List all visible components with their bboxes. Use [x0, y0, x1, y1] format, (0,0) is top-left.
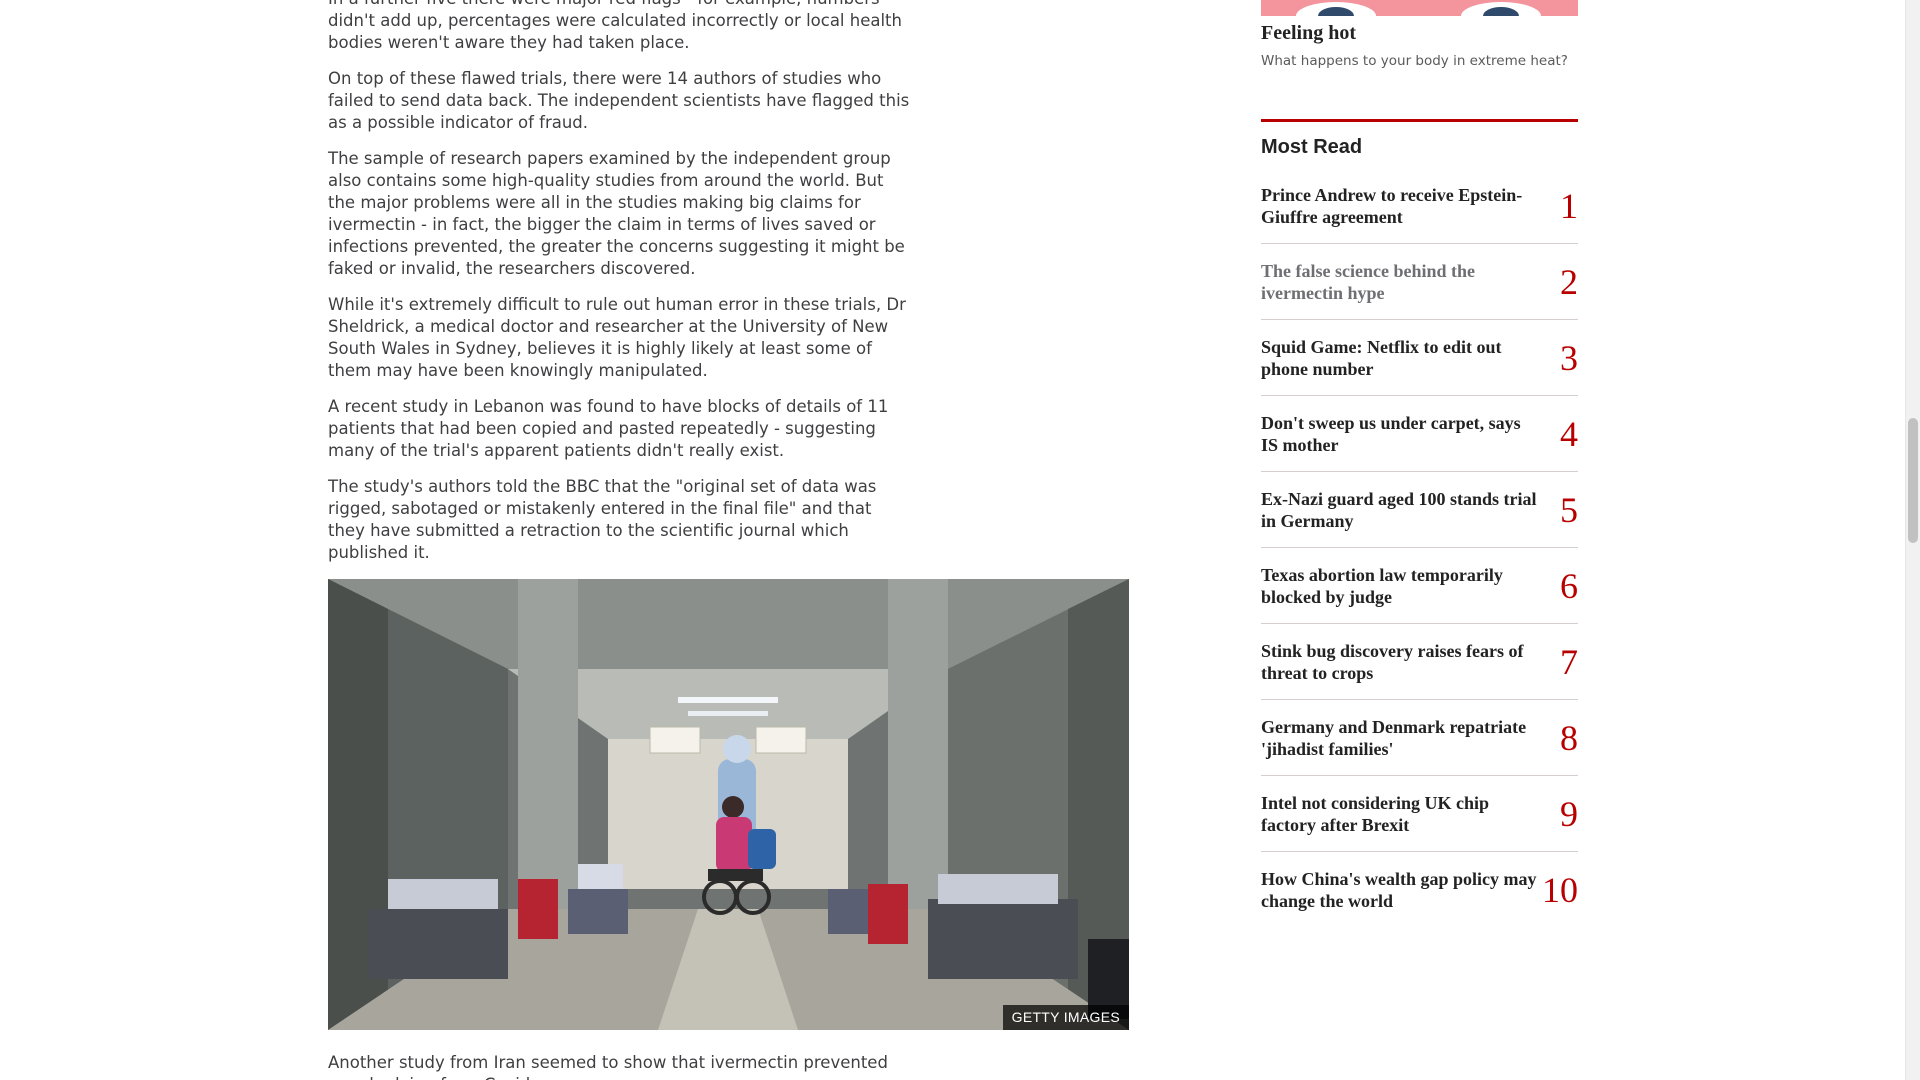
most-read-item: Germany and Denmark repatriate 'jihadist…	[1261, 700, 1578, 776]
most-read-rank: 10	[1542, 870, 1578, 910]
most-read-link[interactable]: Texas abortion law temporarily blocked b…	[1261, 564, 1541, 608]
most-read-item: Stink bug discovery raises fears of thre…	[1261, 624, 1578, 700]
most-read-rank: 1	[1560, 185, 1578, 226]
most-read-panel: Most Read Prince Andrew to receive Epste…	[1261, 119, 1578, 928]
most-read-rank: 6	[1560, 565, 1578, 606]
most-read-link[interactable]: Intel not considering UK chip factory af…	[1261, 792, 1541, 836]
most-read-rank: 2	[1560, 261, 1578, 302]
article-paragraph: A recent study in Lebanon was found to h…	[328, 397, 889, 460]
image-credit: GETTY IMAGES	[1002, 1005, 1129, 1030]
article-paragraph: The study's authors told the BBC that th…	[328, 477, 877, 562]
promo-illustration	[1296, 2, 1541, 16]
article-paragraph: On top of these flawed trials, there wer…	[328, 69, 910, 132]
most-read-link[interactable]: Prince Andrew to receive Epstein-Giuffre…	[1261, 184, 1541, 228]
most-read-link[interactable]: Squid Game: Netflix to edit out phone nu…	[1261, 336, 1541, 380]
most-read-rank: 9	[1560, 793, 1578, 834]
most-read-item: Texas abortion law temporarily blocked b…	[1261, 548, 1578, 624]
promo-subtitle[interactable]: What happens to your body in extreme hea…	[1261, 53, 1568, 69]
most-read-item: Intel not considering UK chip factory af…	[1261, 776, 1578, 852]
most-read-heading: Most Read	[1261, 136, 1363, 158]
most-read-rank: 8	[1560, 717, 1578, 758]
most-read-item: The false science behind the ivermectin …	[1261, 244, 1578, 320]
most-read-link[interactable]: Stink bug discovery raises fears of thre…	[1261, 640, 1541, 684]
most-read-rank: 4	[1560, 413, 1578, 454]
most-read-rank: 7	[1560, 641, 1578, 682]
most-read-link[interactable]: The false science behind the ivermectin …	[1261, 260, 1541, 304]
article-image: GETTY IMAGES	[328, 579, 1129, 1030]
promo-title[interactable]: Feeling hot	[1261, 22, 1356, 45]
most-read-rank: 3	[1560, 337, 1578, 378]
article-paragraph: In a further five there were major red f…	[328, 0, 902, 52]
most-read-link[interactable]: Ex-Nazi guard aged 100 stands trial in G…	[1261, 488, 1541, 532]
promo-image[interactable]	[1261, 0, 1578, 16]
most-read-item: Prince Andrew to receive Epstein-Giuffre…	[1261, 168, 1578, 244]
most-read-list: Prince Andrew to receive Epstein-Giuffre…	[1261, 168, 1578, 928]
most-read-item: Squid Game: Netflix to edit out phone nu…	[1261, 320, 1578, 396]
article-paragraph: The sample of research papers examined b…	[328, 149, 905, 278]
most-read-link[interactable]: How China's wealth gap policy may change…	[1261, 868, 1541, 912]
article-body: In a further five there were major red f…	[328, 0, 913, 578]
article-paragraph: Another study from Iran seemed to show t…	[328, 1053, 888, 1080]
scrollbar-thumb[interactable]	[1908, 418, 1918, 543]
most-read-item: Ex-Nazi guard aged 100 stands trial in G…	[1261, 472, 1578, 548]
vertical-scrollbar[interactable]	[1905, 0, 1920, 1080]
most-read-item: Don't sweep us under carpet, says IS mot…	[1261, 396, 1578, 472]
hospital-ward-photo	[328, 579, 1129, 1030]
article-paragraph: While it's extremely difficult to rule o…	[328, 295, 906, 380]
most-read-item: How China's wealth gap policy may change…	[1261, 852, 1578, 928]
most-read-rank: 5	[1560, 489, 1578, 530]
most-read-link[interactable]: Don't sweep us under carpet, says IS mot…	[1261, 412, 1541, 456]
most-read-link[interactable]: Germany and Denmark repatriate 'jihadist…	[1261, 716, 1541, 760]
